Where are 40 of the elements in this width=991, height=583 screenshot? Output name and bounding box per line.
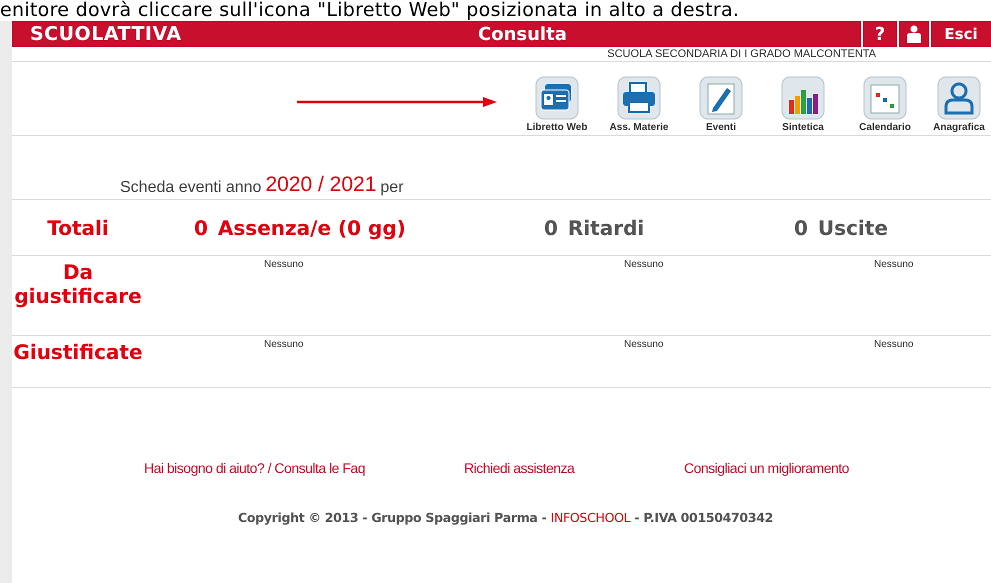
copyright-text: Copyright © 2013 - Gruppo Spaggiari Parma - INFOSCHOOL - P.IVA 00150470342 [237, 510, 774, 525]
total-count: 0 [544, 216, 558, 240]
row-label: Totali [46, 216, 110, 240]
table-cell: Nessuno [624, 339, 664, 350]
footer-link[interactable]: Hai bisogno di aiuto? / Consulta le Faq [144, 460, 464, 476]
id-cards-icon [535, 76, 579, 120]
toolbar-button[interactable]: Sintetica [763, 76, 843, 133]
row-label: Da giustificare [13, 259, 143, 310]
person-icon [906, 25, 922, 43]
total-label: Assenza/e (0 gg) [218, 216, 406, 240]
printer-icon [617, 76, 661, 120]
toolbar-button[interactable]: Ass. Materie [599, 76, 679, 133]
row-label: Giustificate [12, 339, 144, 366]
footer-link[interactable]: Consigliaci un miglioramento [684, 460, 849, 476]
total-label: Ritardi [568, 216, 644, 240]
toolbar-button[interactable]: Eventi [681, 76, 761, 133]
toolbar-button[interactable]: Calendario [845, 76, 925, 133]
heading-text: per [380, 179, 404, 197]
toolbar-button[interactable]: Libretto Web [517, 76, 597, 133]
pencil-notepad-icon [699, 76, 743, 120]
toolbar-button[interactable]: Anagrafica [927, 76, 991, 133]
footer-link[interactable]: Richiedi assistenza [464, 460, 684, 476]
table-cell: Nessuno [264, 259, 304, 270]
calendar-icon [863, 76, 907, 120]
logo: SCUOLATTIVA [29, 23, 183, 45]
table-cell: Nessuno [264, 339, 304, 350]
table-cell: Nessuno [874, 259, 914, 270]
total-count: 0 [794, 216, 808, 240]
total-count: 0 [194, 216, 208, 240]
heading-text: Scheda eventi anno [120, 179, 262, 197]
caption-text: enitore dovrà cliccare sull'icona "Libretto Web" posizionata in alto a destra. [0, 0, 740, 21]
school-name: SCUOLA SECONDARIA DI I GRADO MALCONTENTA [12, 47, 991, 62]
page-title: Consulta [477, 24, 568, 44]
total-label: Uscite [818, 216, 888, 240]
school-year: 2020 / 2021 [265, 173, 376, 197]
table-cell: Nessuno [624, 259, 664, 270]
table-cell: Nessuno [874, 339, 914, 350]
bar-chart-icon [781, 76, 825, 120]
arrow-icon [297, 96, 497, 106]
person-icon [937, 76, 981, 120]
